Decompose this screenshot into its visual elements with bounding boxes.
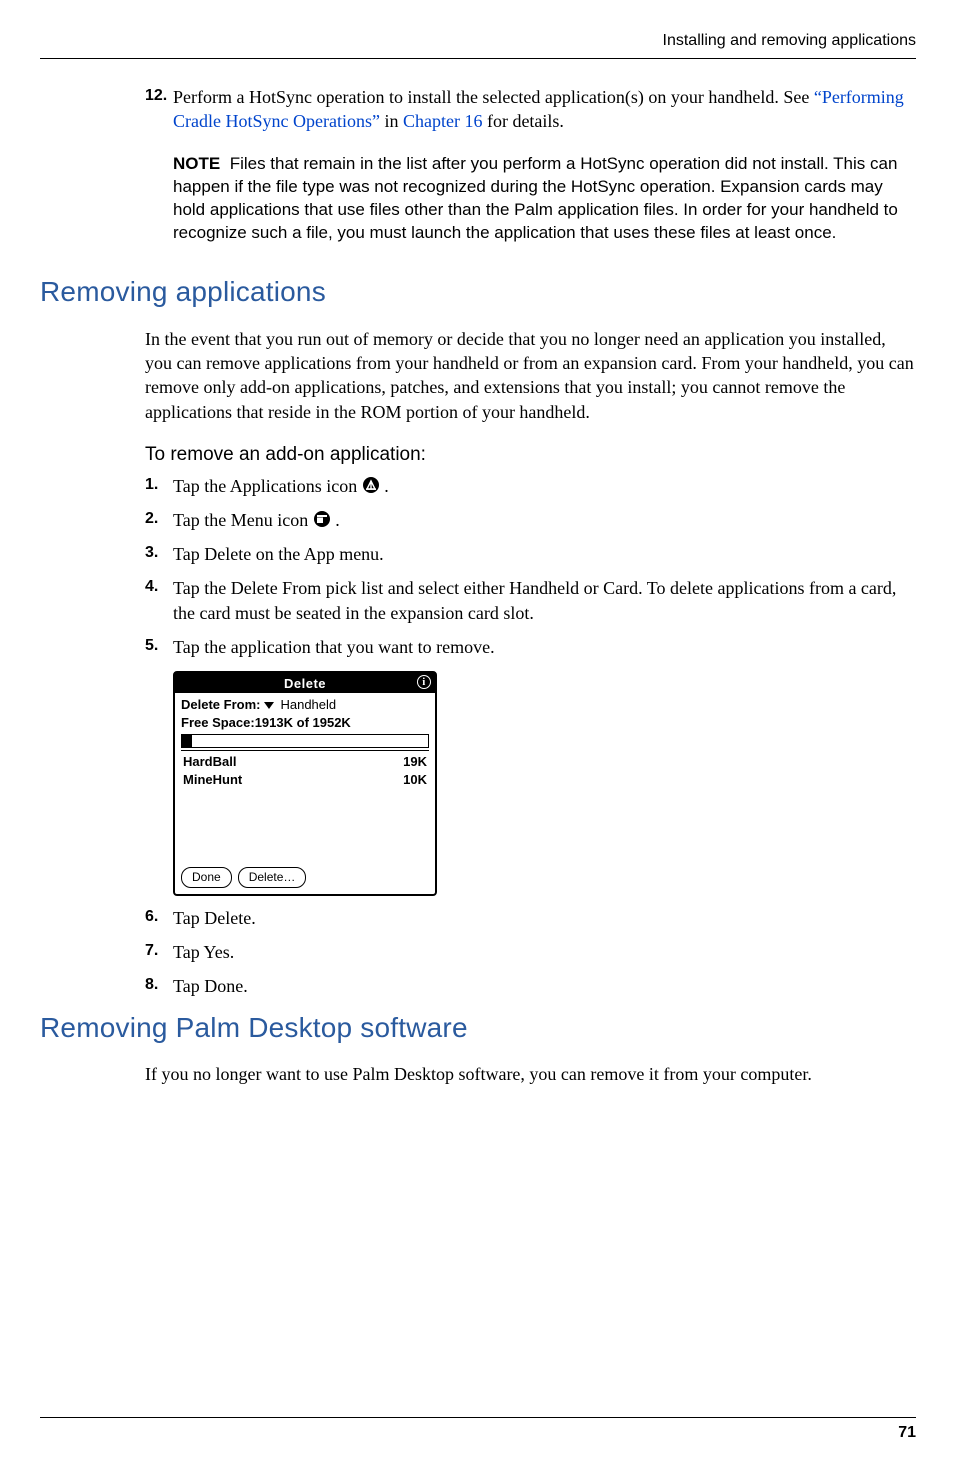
page-number: 71 (898, 1422, 916, 1444)
delete-button[interactable]: Delete… (238, 867, 307, 887)
text: . (380, 476, 389, 496)
step-number: 4. (145, 576, 173, 625)
text: Tap the Menu icon (173, 510, 313, 530)
text: in (380, 111, 403, 131)
step-number: 5. (145, 635, 173, 659)
removing-desktop-intro: If you no longer want to use Palm Deskto… (145, 1062, 916, 1086)
step-number: 8. (145, 974, 173, 998)
step-1: 1. Tap the Applications icon . (145, 474, 916, 498)
applications-icon (362, 476, 380, 494)
step-body: Tap the Applications icon . (173, 474, 916, 498)
delete-from-row: Delete From: Handheld (181, 696, 429, 714)
free-space-bar (181, 734, 429, 748)
step-6: 6. Tap Delete. (145, 906, 916, 930)
dialog-titlebar: Delete i (175, 673, 435, 693)
text: for details. (482, 111, 563, 131)
done-button[interactable]: Done (181, 867, 232, 887)
step-4: 4. Tap the Delete From pick list and sel… (145, 576, 916, 625)
dialog-title: Delete (284, 675, 326, 693)
step-number: 2. (145, 508, 173, 532)
divider (181, 750, 429, 751)
menu-icon (313, 510, 331, 528)
remove-steps: 1. Tap the Applications icon . 2. Tap th… (145, 474, 916, 660)
text: Perform a HotSync operation to install t… (173, 87, 814, 107)
app-size: 10K (403, 771, 427, 789)
picklist-arrow-icon[interactable] (264, 702, 274, 709)
step-5: 5. Tap the application that you want to … (145, 635, 916, 659)
note-block: NOTE Files that remain in the list after… (173, 153, 916, 245)
text: . (331, 510, 340, 530)
delete-from-picklist[interactable]: Handheld (280, 696, 336, 714)
free-space-text: Free Space:1913K of 1952K (181, 714, 351, 732)
heading-removing-desktop: Removing Palm Desktop software (40, 1009, 916, 1047)
note-label: NOTE (173, 154, 220, 173)
step-number: 1. (145, 474, 173, 498)
step-body: Tap Done. (173, 974, 916, 998)
app-name: HardBall (183, 753, 236, 771)
install-steps-continued: 12. Perform a HotSync operation to insta… (145, 85, 916, 134)
running-header: Installing and removing applications (40, 30, 916, 52)
footer-rule (40, 1417, 916, 1418)
info-icon[interactable]: i (417, 675, 431, 689)
step-body: Tap Delete on the App menu. (173, 542, 916, 566)
step-body: Perform a HotSync operation to install t… (173, 85, 916, 134)
step-number: 7. (145, 940, 173, 964)
list-item[interactable]: HardBall 19K (181, 753, 429, 771)
app-size: 19K (403, 753, 427, 771)
link-chapter-16[interactable]: Chapter 16 (403, 111, 482, 131)
step-number: 3. (145, 542, 173, 566)
step-body: Tap the application that you want to rem… (173, 635, 916, 659)
step-2: 2. Tap the Menu icon . (145, 508, 916, 532)
header-rule (40, 58, 916, 59)
step-8: 8. Tap Done. (145, 974, 916, 998)
note-text: Files that remain in the list after you … (173, 154, 898, 242)
step-12: 12. Perform a HotSync operation to insta… (145, 85, 916, 134)
step-body: Tap the Delete From pick list and select… (173, 576, 916, 625)
step-number: 12. (145, 85, 173, 134)
step-7: 7. Tap Yes. (145, 940, 916, 964)
app-list[interactable]: HardBall 19K MineHunt 10K (181, 753, 429, 863)
step-body: Tap the Menu icon . (173, 508, 916, 532)
app-name: MineHunt (183, 771, 242, 789)
text: Tap the Applications icon (173, 476, 362, 496)
list-item[interactable]: MineHunt 10K (181, 771, 429, 789)
subhead-remove-addon: To remove an add-on application: (145, 442, 916, 468)
remove-steps-continued: 6. Tap Delete. 7. Tap Yes. 8. Tap Done. (145, 906, 916, 999)
heading-removing-applications: Removing applications (40, 273, 916, 311)
step-body: Tap Delete. (173, 906, 916, 930)
free-space-row: Free Space:1913K of 1952K (181, 714, 429, 732)
delete-from-label: Delete From: (181, 696, 260, 714)
step-number: 6. (145, 906, 173, 930)
step-body: Tap Yes. (173, 940, 916, 964)
delete-dialog-screenshot: Delete i Delete From: Handheld Free Spac… (173, 671, 437, 895)
step-3: 3. Tap Delete on the App menu. (145, 542, 916, 566)
removing-apps-intro: In the event that you run out of memory … (145, 327, 916, 424)
